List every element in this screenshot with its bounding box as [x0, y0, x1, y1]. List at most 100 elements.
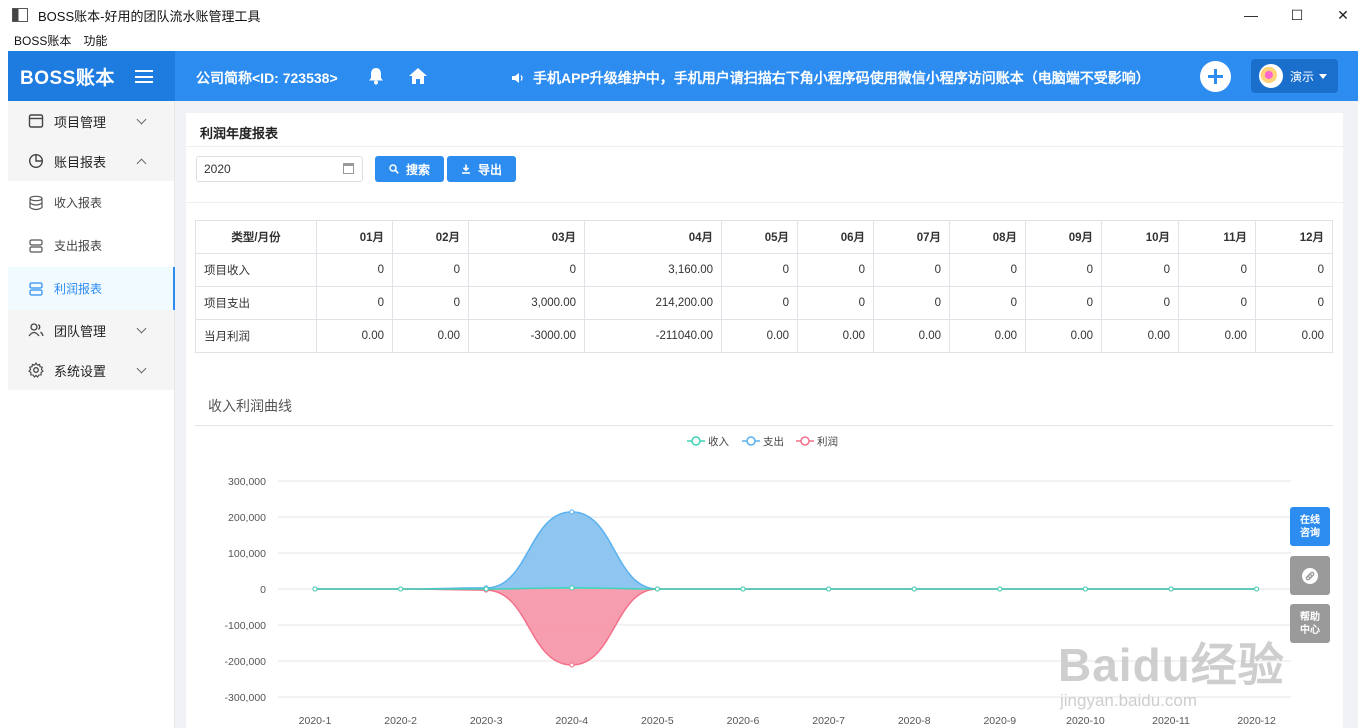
table-cell: 0.00 — [797, 319, 874, 353]
sidebar-item-income-report[interactable]: 收入报表 — [8, 181, 174, 224]
calendar-icon[interactable] — [343, 163, 354, 174]
chevron-up-icon — [136, 158, 147, 169]
x-tick-label: 2020-7 — [812, 715, 845, 727]
online-consult-button[interactable]: 在线咨询 — [1290, 507, 1330, 546]
page-title: 利润年度报表 — [200, 126, 279, 141]
data-point — [569, 662, 575, 668]
minimize-button[interactable]: — — [1228, 0, 1274, 30]
data-point — [569, 509, 575, 515]
sidebar-item-team[interactable]: 团队管理 — [8, 310, 174, 350]
table-cell: 0.00 — [316, 319, 393, 353]
data-point — [654, 586, 660, 592]
data-point — [1082, 586, 1088, 592]
logo-area: BOSS账本 — [8, 51, 175, 101]
maximize-button[interactable]: ☐ — [1274, 0, 1320, 30]
table-cell: 0 — [392, 286, 469, 320]
sidebar-item-label: 利润报表 — [54, 282, 103, 296]
data-point — [483, 586, 489, 592]
sidebar-item-reports[interactable]: 账目报表 — [8, 141, 174, 181]
table-cell: 214,200.00 — [584, 286, 722, 320]
sidebar-item-project[interactable]: 项目管理 — [8, 101, 174, 141]
y-tick-label: -200,000 — [225, 656, 267, 668]
link-icon — [1302, 567, 1318, 584]
table-cell: 3,160.00 — [584, 253, 722, 287]
table-header: 03月 — [468, 220, 585, 254]
sidebar-item-label: 项目管理 — [54, 114, 107, 130]
window-menubar: BOSS账本 功能 — [0, 30, 1366, 51]
sidebar-item-settings[interactable]: 系统设置 — [8, 350, 174, 390]
window-titlebar: BOSS账本-好用的团队流水账管理工具 — ☐ ✕ — [0, 0, 1366, 30]
sidebar-item-profit-report[interactable]: 利润报表 — [8, 267, 175, 310]
table-cell: 项目收入 — [195, 253, 317, 287]
table-cell: 当月利润 — [195, 319, 317, 353]
watermark-main: Baidu经验 — [1058, 639, 1285, 691]
table-cell: 0.00 — [721, 319, 798, 353]
table-cell: 0 — [468, 253, 585, 287]
table-cell: 0 — [1255, 286, 1333, 320]
table-cell: 0.00 — [949, 319, 1026, 353]
avatar — [1259, 64, 1283, 88]
table-cell: 0 — [797, 286, 874, 320]
table-cell: 0 — [949, 286, 1026, 320]
sidebar-item-label: 账目报表 — [54, 154, 107, 170]
notice-bar: 手机APP升级维护中，手机用户请扫描右下角小程序码使用微信小程序访问账本（电脑端… — [511, 68, 1150, 88]
table-cell: 0.00 — [1025, 319, 1102, 353]
server-icon — [29, 281, 43, 296]
series-area — [315, 511, 1257, 589]
home-icon[interactable] — [408, 67, 428, 85]
table-header: 12月 — [1255, 220, 1333, 254]
table-cell: 0 — [721, 253, 798, 287]
table-cell: 0 — [1178, 286, 1256, 320]
table-cell: 0 — [1101, 286, 1179, 320]
table-cell: 0 — [873, 286, 950, 320]
user-menu[interactable]: 演示 — [1251, 59, 1338, 93]
chevron-down-icon — [136, 114, 147, 125]
export-button[interactable]: 导出 — [447, 156, 516, 182]
chevron-down-icon — [1319, 73, 1328, 79]
year-value: 2020 — [204, 162, 231, 176]
search-button[interactable]: 搜索 — [375, 156, 444, 182]
add-button[interactable] — [1200, 61, 1231, 92]
team-icon — [28, 323, 44, 337]
gear-icon — [28, 362, 44, 378]
y-tick-label: 200,000 — [228, 512, 266, 524]
x-tick-label: 2020-4 — [555, 715, 588, 727]
table-header: 09月 — [1025, 220, 1102, 254]
y-tick-label: 0 — [260, 584, 266, 596]
link-button[interactable] — [1290, 556, 1330, 595]
window-icon — [28, 114, 44, 128]
sidebar-item-expense-report[interactable]: 支出报表 — [8, 224, 174, 267]
bell-icon[interactable] — [368, 67, 384, 85]
menu-boss[interactable]: BOSS账本 — [14, 32, 71, 49]
legend-label: 利润 — [817, 435, 838, 448]
table-header: 07月 — [873, 220, 950, 254]
logo[interactable]: BOSS账本 — [20, 63, 115, 90]
x-tick-label: 2020-5 — [641, 715, 674, 727]
data-point — [569, 585, 575, 591]
company-name[interactable]: 公司简称<ID: 723538> — [196, 68, 338, 88]
x-tick-label: 2020-6 — [727, 715, 760, 727]
table-cell: 0.00 — [1101, 319, 1179, 353]
x-tick-label: 2020-11 — [1152, 715, 1190, 727]
sidebar: 项目管理 账目报表 收入报表 支出报表 利润报表 团队管理 系统设置 — [8, 101, 175, 728]
table-header: 05月 — [721, 220, 798, 254]
table-header: 08月 — [949, 220, 1026, 254]
y-tick-label: -300,000 — [225, 692, 267, 704]
close-button[interactable]: ✕ — [1320, 0, 1366, 30]
menu-toggle-icon[interactable] — [135, 70, 153, 83]
y-tick-label: 100,000 — [228, 548, 266, 560]
search-label: 搜索 — [405, 162, 430, 177]
table-cell: 0 — [1025, 286, 1102, 320]
sidebar-item-label: 收入报表 — [54, 196, 103, 210]
table-cell: 0 — [797, 253, 874, 287]
menu-function[interactable]: 功能 — [83, 32, 107, 49]
divider — [186, 146, 1343, 147]
x-tick-label: 2020-3 — [470, 715, 503, 727]
help-center-button[interactable]: 帮助中心 — [1290, 604, 1330, 643]
table-cell: 0 — [392, 253, 469, 287]
legend-marker — [746, 436, 756, 446]
year-picker[interactable]: 2020 — [196, 156, 363, 182]
table-cell: -211040.00 — [584, 319, 722, 353]
pie-chart-icon — [28, 153, 44, 169]
divider — [186, 202, 1343, 203]
